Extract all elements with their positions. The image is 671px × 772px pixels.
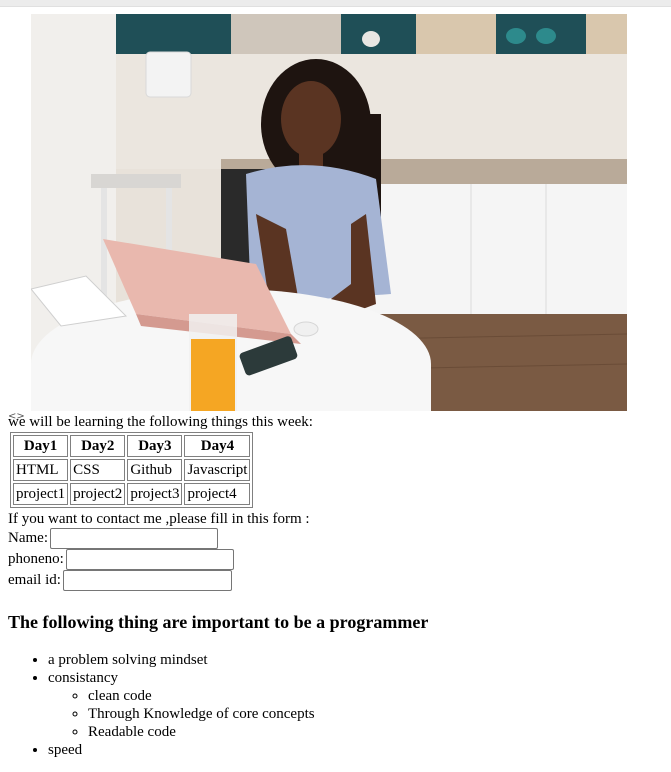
table-cell: project1	[13, 483, 69, 505]
intro-text: we will be learning the following things…	[8, 414, 313, 430]
email-field-row: email id:	[8, 570, 671, 591]
table-header-cell: Day2	[70, 435, 126, 457]
list-item: a problem solving mindset	[48, 651, 671, 669]
name-input[interactable]	[49, 528, 218, 549]
table-cell: Github	[127, 459, 183, 481]
table-header-cell: Day1	[13, 435, 69, 457]
table-cell: HTML	[13, 459, 69, 481]
list-item-text: speed	[48, 742, 83, 758]
list-item: consistancy clean code Through Knowledge…	[48, 669, 671, 741]
table-cell: project4	[184, 483, 251, 505]
phone-field-row: phoneno:	[8, 549, 671, 570]
table-cell: CSS	[70, 459, 126, 481]
table-cell: project2	[70, 483, 126, 505]
email-input[interactable]	[62, 570, 232, 591]
table-header-row: Day1 Day2 Day3 Day4	[13, 435, 251, 457]
phone-label: phoneno:	[8, 551, 64, 567]
email-label: email id:	[8, 572, 61, 588]
table-row: HTML CSS Github Javascript	[13, 459, 251, 481]
list-item-text: consistancy	[48, 670, 118, 686]
list-item: speed	[48, 741, 671, 759]
browser-top-strip	[0, 0, 671, 7]
section-heading: The following thing are important to be …	[8, 612, 429, 632]
hero-photo	[31, 14, 627, 411]
name-label: Name:	[8, 530, 48, 546]
hero-photo-illustration	[31, 14, 627, 411]
page-content: <> we will be learning the following thi…	[0, 14, 671, 759]
table-row: project1 project2 project3 project4	[13, 483, 251, 505]
form-intro-text: If you want to contact me ,please fill i…	[8, 511, 310, 527]
table-header-cell: Day4	[184, 435, 251, 457]
sub-list: clean code Through Knowledge of core con…	[48, 687, 671, 741]
phone-input[interactable]	[65, 549, 234, 570]
broken-image-icon: <>	[8, 411, 25, 422]
name-field-row: Name:	[8, 528, 671, 549]
sub-list-item: Readable code	[88, 723, 671, 741]
list-item-text: a problem solving mindset	[48, 652, 208, 668]
table-cell: project3	[127, 483, 183, 505]
sub-list-item: Through Knowledge of core concepts	[88, 705, 671, 723]
schedule-table: Day1 Day2 Day3 Day4 HTML CSS Github Java…	[10, 432, 254, 508]
table-header-cell: Day3	[127, 435, 183, 457]
table-cell: Javascript	[184, 459, 251, 481]
skills-list: a problem solving mindset consistancy cl…	[8, 651, 671, 759]
sub-list-item: clean code	[88, 687, 671, 705]
